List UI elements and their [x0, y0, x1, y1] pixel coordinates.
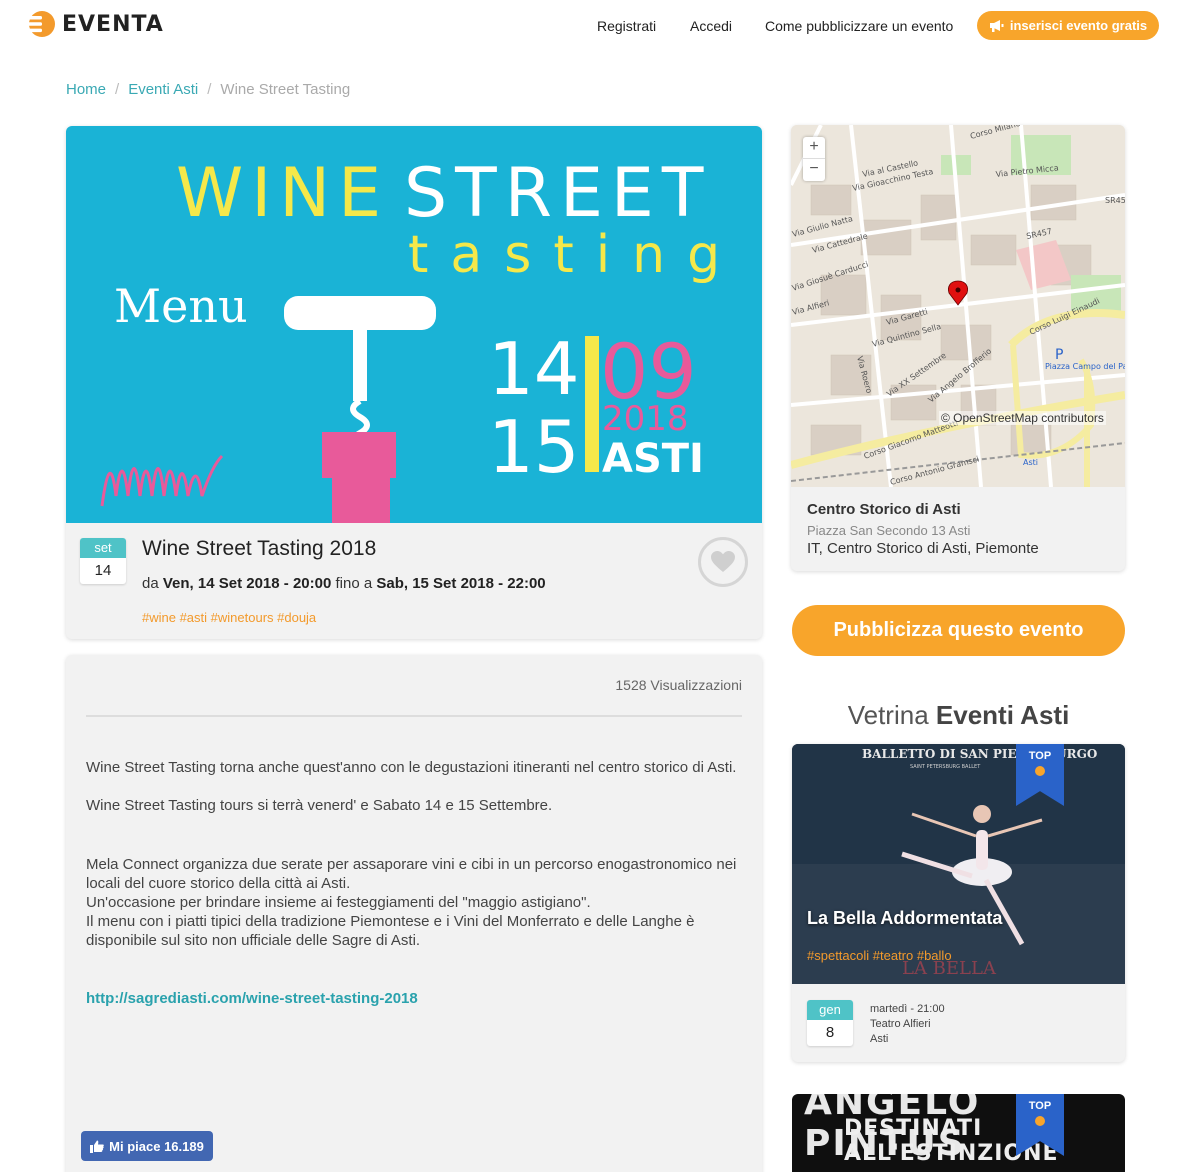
- vetrina-prefix: Vetrina: [847, 700, 929, 730]
- bottle-neck: [322, 432, 396, 478]
- nav-login-link[interactable]: Accedi: [690, 18, 732, 34]
- featured-date-month: gen: [807, 1000, 853, 1020]
- heart-icon: [711, 551, 735, 572]
- date-start: Ven, 14 Set 2018 - 20:00: [162, 575, 332, 592]
- map-card: Corso Milano Via al Castello Via Gioacch…: [791, 125, 1125, 571]
- description-paragraph: Il menu con i piatti tipici della tradiz…: [86, 913, 695, 949]
- corkscrew-shaft: [353, 326, 367, 401]
- poster-title-street: STREET: [404, 154, 711, 233]
- map-zoom-out-button[interactable]: −: [803, 159, 825, 181]
- svg-text:SR45: SR45: [1105, 196, 1125, 205]
- vetrina-heading: Vetrina Eventi Asti: [792, 700, 1125, 731]
- date-badge-month: set: [80, 538, 126, 558]
- featured-event-time: martedì - 21:00: [870, 1003, 945, 1015]
- featured-event-card[interactable]: ANGELO PINTUS DESTINATI ALL'ESTINZIONE T…: [792, 1094, 1125, 1172]
- description-paragraph: Mela Connect organizza due serate per as…: [86, 856, 737, 892]
- poster-year: 2018: [602, 399, 689, 439]
- insert-event-button[interactable]: inserisci evento gratis: [977, 11, 1159, 40]
- featured-date-badge: gen 8: [807, 1000, 853, 1046]
- facebook-like-button[interactable]: Mi piace 16.189: [81, 1131, 213, 1161]
- map-tiles: Corso Milano Via al Castello Via Gioacch…: [791, 125, 1125, 487]
- featured2-image-text: DESTINATI ALL'ESTINZIONE: [844, 1116, 1059, 1166]
- date-end: Sab, 15 Set 2018 - 22:00: [376, 575, 546, 592]
- thumbs-up-icon: [90, 1140, 104, 1153]
- ballet-subcaption: SAINT PETERSBURG BALLET: [910, 764, 981, 770]
- venue-location: IT, Centro Storico di Asti, Piemonte: [807, 540, 1039, 557]
- top-ribbon-dot: [1035, 766, 1045, 776]
- event-website-link[interactable]: http://sagrediasti.com/wine-street-tasti…: [86, 990, 418, 1007]
- top-ribbon-dot: [1035, 1116, 1045, 1126]
- vetrina-city: Eventi Asti: [935, 700, 1070, 730]
- venue-address: Piazza San Secondo 13 Asti: [807, 523, 971, 538]
- site-logo[interactable]: EVENTA: [26, 8, 164, 40]
- venue-map[interactable]: Corso Milano Via al Castello Via Gioacch…: [791, 125, 1125, 487]
- event-date-badge: set 14: [80, 538, 126, 584]
- svg-text:Asti: Asti: [1023, 458, 1038, 467]
- map-parking-label: Piazza Campo del Palio: [1045, 362, 1125, 371]
- top-ribbon-label: TOP: [1028, 750, 1052, 762]
- nav-register-link[interactable]: Registrati: [597, 18, 656, 34]
- insert-event-label: inserisci evento gratis: [1009, 18, 1148, 33]
- featured-event-card[interactable]: BALLETTO DI SAN PIETROBURGO SAINT PETERS…: [792, 744, 1125, 1062]
- map-attribution[interactable]: © OpenStreetMap contributors: [939, 411, 1106, 425]
- map-zoom-control: + −: [803, 137, 825, 181]
- featured-event-info: martedì - 21:00 Teatro Alfieri Asti: [870, 1002, 945, 1047]
- featured-event-title[interactable]: La Bella Addormentata: [807, 908, 1002, 929]
- logo-icon: [26, 11, 55, 37]
- corkscrew-handle: [284, 296, 436, 330]
- logo-text: EVENTA: [62, 11, 164, 37]
- event-title: Wine Street Tasting 2018: [142, 537, 377, 560]
- description-paragraph: Wine Street Tasting tours si terrà vener…: [86, 797, 553, 814]
- map-parking-sign: P: [1055, 347, 1063, 363]
- featured-event-image: BALLETTO DI SAN PIETROBURGO SAINT PETERS…: [792, 744, 1125, 984]
- featured-event-city: Asti: [870, 1033, 889, 1045]
- poster-title-wine: WINE: [176, 154, 389, 233]
- featured-event-venue: Teatro Alfieri: [870, 1018, 931, 1030]
- breadcrumb: Home / Eventi Asti / Wine Street Tasting: [66, 81, 350, 98]
- breadcrumb-category[interactable]: Eventi Asti: [128, 81, 198, 98]
- event-card: WINE STREET tasting Menu 14 15 09 2018 A…: [66, 126, 762, 639]
- date-from-word: da: [142, 575, 159, 592]
- map-zoom-in-button[interactable]: +: [803, 137, 825, 159]
- poster-title-tasting: tasting: [408, 225, 742, 285]
- breadcrumb-home[interactable]: Home: [66, 81, 106, 98]
- description-divider: [86, 715, 742, 717]
- event-tags[interactable]: #wine #asti #winetours #douja: [142, 610, 316, 625]
- poster-divider: [585, 336, 599, 472]
- description-paragraph: Un'occasione per brindare insieme ai fes…: [86, 894, 591, 911]
- poster-scribble: [100, 454, 224, 507]
- date-badge-day: 14: [94, 562, 112, 579]
- breadcrumb-separator: /: [207, 81, 212, 98]
- description-paragraph: Wine Street Tasting torna anche quest'an…: [86, 759, 737, 776]
- promote-event-button[interactable]: Pubblicizza questo evento: [792, 605, 1125, 656]
- venue-name: Centro Storico di Asti: [807, 501, 961, 518]
- facebook-like-label: Mi piace 16.189: [109, 1138, 204, 1154]
- featured-date-day: 8: [825, 1024, 835, 1041]
- breadcrumb-separator: /: [115, 81, 120, 98]
- nav-how-to-advertise-link[interactable]: Come pubblicizzare un evento: [765, 18, 953, 34]
- site-header: EVENTA Registrati Accedi Come pubblicizz…: [0, 0, 1188, 52]
- view-count: 1528 Visualizzazioni: [615, 677, 742, 693]
- event-dates: da Ven, 14 Set 2018 - 20:00 fino a Sab, …: [142, 575, 546, 592]
- bottle-base: [332, 478, 390, 523]
- favorite-button[interactable]: [698, 537, 748, 587]
- poster-day1: 14: [488, 327, 580, 411]
- poster-artwork: WINE STREET tasting Menu 14 15 09 2018 A…: [100, 154, 742, 523]
- event-poster: WINE STREET tasting Menu 14 15 09 2018 A…: [66, 126, 762, 523]
- breadcrumb-current: Wine Street Tasting: [220, 81, 351, 98]
- top-ribbon-label: TOP: [1028, 1100, 1052, 1112]
- date-until-word: fino a: [335, 575, 373, 592]
- featured-event-tags[interactable]: #spettacoli #teatro #ballo: [807, 948, 952, 963]
- poster-day2: 15: [488, 405, 580, 489]
- megaphone-icon: [989, 20, 1004, 32]
- description-card: 1528 Visualizzazioni Wine Street Tasting…: [66, 655, 762, 1172]
- poster-menu: Menu: [114, 279, 248, 333]
- poster-city: ASTI: [602, 436, 704, 482]
